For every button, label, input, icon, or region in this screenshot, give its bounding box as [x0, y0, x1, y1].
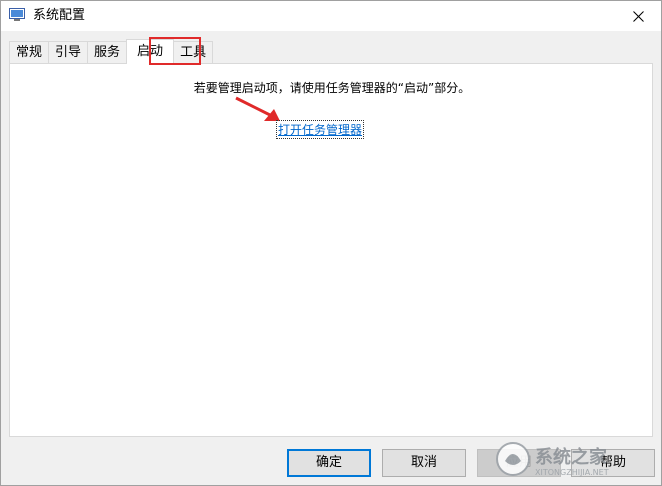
help-button[interactable]: 帮助: [571, 449, 655, 477]
msconfig-window: 系统配置 常规 引导 服务 启动 工具 若要管理启动项，请使用任务管理器的“启动…: [0, 0, 662, 486]
msconfig-app-icon: [9, 8, 25, 21]
tab-tools[interactable]: 工具: [173, 41, 214, 64]
startup-tab-panel: 若要管理启动项，请使用任务管理器的“启动”部分。 打开任务管理器: [9, 63, 653, 437]
close-button[interactable]: [615, 1, 661, 31]
title-bar: 系统配置: [1, 1, 661, 31]
tab-services[interactable]: 服务: [87, 41, 128, 64]
tab-boot[interactable]: 引导: [48, 41, 89, 64]
open-task-manager-link[interactable]: 打开任务管理器: [276, 120, 365, 139]
close-icon: [632, 10, 644, 22]
ok-button[interactable]: 确定: [287, 449, 371, 477]
tab-strip: 常规 引导 服务 启动 工具: [9, 39, 214, 64]
cancel-button[interactable]: 取消: [382, 449, 466, 477]
window-title: 系统配置: [33, 8, 86, 23]
tab-general[interactable]: 常规: [9, 41, 50, 64]
startup-info-message: 若要管理启动项，请使用任务管理器的“启动”部分。: [193, 81, 471, 95]
apply-button: 应用: [477, 449, 561, 477]
tab-startup[interactable]: 启动: [126, 39, 175, 64]
